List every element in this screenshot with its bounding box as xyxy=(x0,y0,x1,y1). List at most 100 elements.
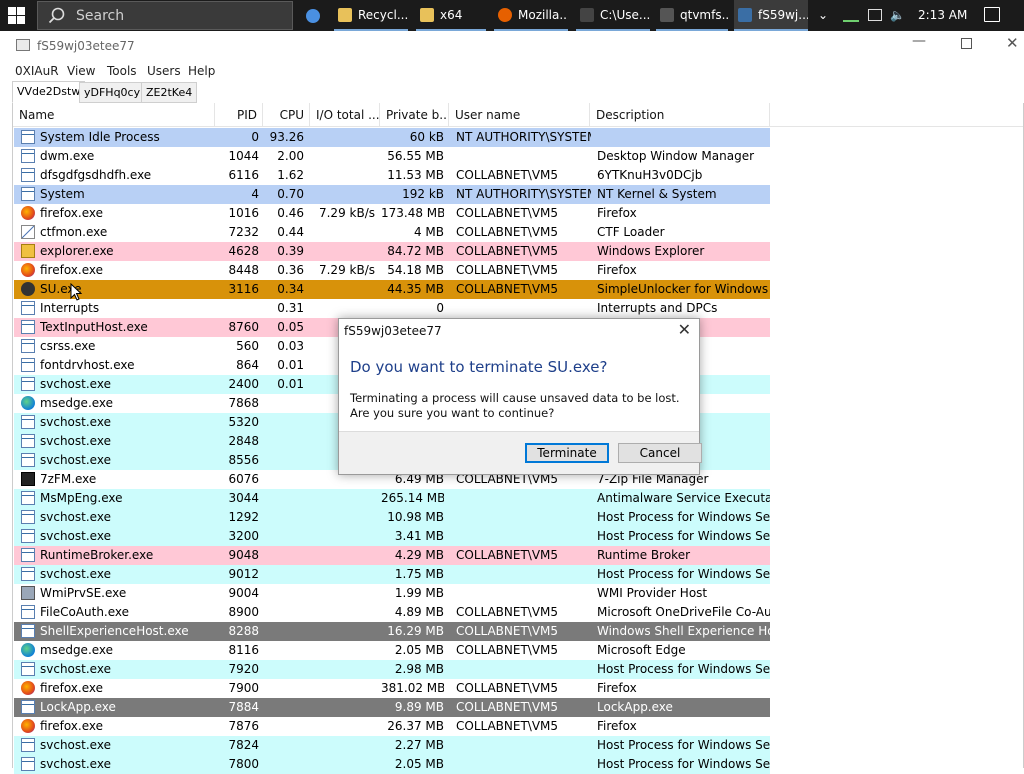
process-row[interactable]: Interrupts 0.31 0 Interrupts and DPCs xyxy=(14,299,770,318)
cell-pid: 8448 xyxy=(228,263,259,277)
maximize-button[interactable] xyxy=(961,38,972,49)
process-icon xyxy=(21,377,35,391)
cancel-button[interactable]: Cancel xyxy=(618,443,702,463)
process-row[interactable]: msedge.exe 8116 2.05 MB COLLABNET\VM5 Micros… xyxy=(14,641,770,660)
mouse-cursor-icon xyxy=(70,283,82,301)
cell-user: COLLABNET\VM5 xyxy=(456,643,559,657)
cell-priv: 1.75 MB xyxy=(394,567,444,581)
system-informer-icon xyxy=(738,7,752,22)
col-pid[interactable]: PID xyxy=(215,103,263,127)
notification-icon[interactable] xyxy=(984,7,1000,22)
network-icon[interactable] xyxy=(843,8,859,22)
process-row[interactable]: firefox.exe 1016 0.46 7.29 kB/s 173.48 MB COL… xyxy=(14,204,770,223)
menu-view[interactable]: View xyxy=(67,64,95,78)
process-row[interactable]: dfsgdfgsdhdfh.exe 6116 1.62 11.53 MB COLLABN… xyxy=(14,166,770,185)
process-row[interactable]: svchost.exe 7920 2.98 MB Host Process for W… xyxy=(14,660,770,679)
process-row[interactable]: firefox.exe 8448 0.36 7.29 kB/s 54.18 MB COLL… xyxy=(14,261,770,280)
cell-priv: 3.41 MB xyxy=(394,529,444,543)
process-icon xyxy=(21,567,35,581)
tab-processes[interactable]: VVde2Dstw xyxy=(12,81,86,103)
tab-services[interactable]: yDFHq0cy xyxy=(79,82,146,103)
col-description[interactable]: Description xyxy=(590,103,770,127)
process-row[interactable]: RuntimeBroker.exe 9048 4.29 MB COLLABNET\VM… xyxy=(14,546,770,565)
cell-priv: 2.05 MB xyxy=(394,643,444,657)
process-row[interactable]: FileCoAuth.exe 8900 4.89 MB COLLABNET\VM5 Mi… xyxy=(14,603,770,622)
clock[interactable]: 2:13 AM xyxy=(918,8,967,22)
cell-name: RuntimeBroker.exe xyxy=(40,548,154,562)
process-row[interactable]: firefox.exe 7900 381.02 MB COLLABNET\VM5 Fir… xyxy=(14,679,770,698)
volume-muted-icon[interactable]: 🔈 xyxy=(890,8,906,22)
menu-0xiaur[interactable]: 0XIAuR xyxy=(15,64,59,78)
cell-desc: CTF Loader xyxy=(597,225,665,239)
col-cpu[interactable]: CPU xyxy=(263,103,310,127)
overflow-chevron-icon[interactable]: ⌄ xyxy=(818,8,828,22)
process-row[interactable]: svchost.exe 7800 2.05 MB Host Process for W… xyxy=(14,755,770,774)
process-icon xyxy=(21,187,35,201)
col-io[interactable]: I/O total ... xyxy=(310,103,380,127)
terminate-button[interactable]: Terminate xyxy=(525,443,609,463)
cell-io xyxy=(311,299,375,318)
menu-tools[interactable]: Tools xyxy=(107,64,137,78)
cell-cpu: 0.39 xyxy=(277,244,304,258)
taskbar-item[interactable]: qtvmfs... xyxy=(656,0,728,31)
cell-pid: 7868 xyxy=(228,396,259,410)
dialog-close-button[interactable]: ✕ xyxy=(678,320,691,339)
menu-users[interactable]: Users xyxy=(147,64,181,78)
tab-network[interactable]: ZE2tKe4 xyxy=(141,82,198,103)
cell-io xyxy=(311,185,375,204)
menu-help[interactable]: Help xyxy=(188,64,215,78)
taskbar-item[interactable] xyxy=(302,0,326,31)
dialog-message: Terminating a process will cause unsaved… xyxy=(350,391,680,420)
cell-pid xyxy=(216,299,259,318)
tray-icon[interactable] xyxy=(868,9,882,21)
cell-desc: Firefox xyxy=(597,719,637,733)
cell-user: COLLABNET\VM5 xyxy=(456,206,559,220)
minimize-button[interactable]: — xyxy=(912,33,926,49)
col-user-name[interactable]: User name xyxy=(449,103,590,127)
cell-pid: 8288 xyxy=(228,624,259,638)
app-icon xyxy=(16,39,30,51)
taskbar-search[interactable]: Search xyxy=(37,1,293,30)
process-row[interactable]: svchost.exe 9012 1.75 MB Host Process for W… xyxy=(14,565,770,584)
col-private-bytes[interactable]: Private b... xyxy=(380,103,449,127)
process-row[interactable]: svchost.exe 1292 10.98 MB Host Process for … xyxy=(14,508,770,527)
process-row[interactable]: ShellExperienceHost.exe 8288 16.29 MB COLLA… xyxy=(14,622,770,641)
process-row[interactable]: explorer.exe 4628 0.39 84.72 MB COLLABNET\VM… xyxy=(14,242,770,261)
process-row[interactable]: LockApp.exe 7884 9.89 MB COLLABNET\VM5 LockA… xyxy=(14,698,770,717)
cell-io xyxy=(311,641,375,660)
process-icon xyxy=(21,529,35,543)
process-row[interactable]: System 4 0.70 192 kB NT AUTHORITY\SYSTEM NT K… xyxy=(14,185,770,204)
cell-cpu xyxy=(264,565,304,584)
taskbar-item[interactable]: x64 xyxy=(416,0,486,31)
cell-cpu: 1.62 xyxy=(277,168,304,182)
col-name[interactable]: Name xyxy=(13,103,215,127)
taskbar-item[interactable]: Recycl... xyxy=(334,0,408,31)
process-icon xyxy=(21,738,35,752)
cell-user xyxy=(456,660,591,679)
process-row[interactable]: svchost.exe 3200 3.41 MB Host Process for W… xyxy=(14,527,770,546)
cell-priv: 2.98 MB xyxy=(394,662,444,676)
process-icon xyxy=(21,168,35,182)
process-row[interactable]: ctfmon.exe 7232 0.44 4 MB COLLABNET\VM5 CTF L… xyxy=(14,223,770,242)
cell-io xyxy=(311,698,375,717)
process-row[interactable]: dwm.exe 1044 2.00 56.55 MB Desktop Window Ma… xyxy=(14,147,770,166)
close-button[interactable]: ✕ xyxy=(1006,34,1019,52)
cell-cpu xyxy=(264,755,304,774)
taskbar-item[interactable]: C:\Use... xyxy=(576,0,650,31)
cell-desc: 6YTKnuH3v0DCjb xyxy=(597,168,703,182)
cell-user: NT AUTHORITY\SYSTEM xyxy=(456,130,591,144)
process-row[interactable]: MsMpEng.exe 3044 265.14 MB Antimalware Serv… xyxy=(14,489,770,508)
cell-priv: 11.53 MB xyxy=(387,168,444,182)
process-row[interactable]: svchost.exe 7824 2.27 MB Host Process for W… xyxy=(14,736,770,755)
process-row[interactable]: WmiPrvSE.exe 9004 1.99 MB WMI Provider Host xyxy=(14,584,770,603)
taskbar-item[interactable]: Mozilla... xyxy=(494,0,568,31)
process-row[interactable]: System Idle Process 0 93.26 60 kB NT AUTHORI… xyxy=(14,128,770,147)
cell-name: firefox.exe xyxy=(40,206,104,220)
cell-name: svchost.exe xyxy=(40,567,111,581)
process-row[interactable]: firefox.exe 7876 26.37 MB COLLABNET\VM5 Fire… xyxy=(14,717,770,736)
taskbar-item[interactable]: fS59wj... xyxy=(734,0,808,31)
cell-io xyxy=(311,280,375,299)
start-button[interactable] xyxy=(8,7,25,24)
process-row[interactable]: SU.exe 3116 0.34 44.35 MB COLLABNET\VM5 Simpl… xyxy=(14,280,770,299)
cell-desc: Microsoft OneDriveFile Co-Au... xyxy=(597,605,770,619)
